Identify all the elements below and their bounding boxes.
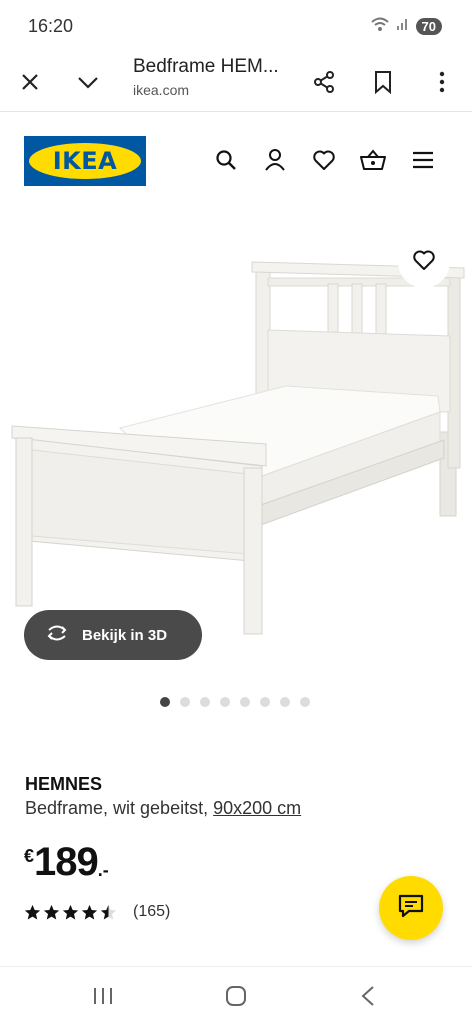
logo-text: IKEA [52, 147, 118, 175]
star-icon [81, 904, 98, 920]
product-description: Bedframe, wit gebeitst, 90x200 cm [25, 798, 301, 819]
signal-icon [396, 17, 410, 36]
favorite-button[interactable] [398, 236, 450, 288]
heart-icon [412, 249, 436, 276]
home-icon[interactable] [216, 981, 256, 1011]
carousel-dots [0, 697, 472, 711]
view-3d-label: Bekijk in 3D [82, 626, 168, 644]
bookmark-icon[interactable] [363, 62, 403, 102]
star-icon [43, 904, 60, 920]
view-3d-button[interactable]: Bekijk in 3D [24, 610, 202, 660]
carousel-dot[interactable] [160, 697, 170, 707]
product-rating[interactable]: (165) [24, 903, 170, 921]
site-header: IKEA [0, 112, 472, 212]
back-icon[interactable] [348, 981, 388, 1011]
carousel-dot[interactable] [260, 697, 270, 707]
star-icon [24, 904, 41, 920]
carousel-dot[interactable] [300, 697, 310, 707]
price-decimal: .- [97, 860, 109, 880]
heart-icon[interactable] [306, 142, 342, 178]
recent-apps-icon[interactable] [83, 981, 123, 1011]
status-time: 16:20 [28, 16, 74, 36]
product-price: € 189 .- [24, 840, 109, 884]
menu-icon[interactable] [405, 142, 441, 178]
rotate-3d-icon [44, 624, 70, 646]
user-icon[interactable] [257, 142, 293, 178]
chevron-down-icon[interactable] [68, 62, 108, 102]
battery-indicator: 70 [415, 18, 442, 35]
rating-stars [24, 904, 117, 921]
product-image[interactable]: Bekijk in 3D [0, 212, 472, 682]
product-type: Bedframe, wit gebeitst, [25, 798, 214, 818]
close-icon[interactable] [10, 62, 50, 102]
status-icons: 70 [370, 16, 442, 37]
carousel-dot[interactable] [200, 697, 210, 707]
star-icon [62, 904, 79, 920]
review-count[interactable]: (165) [133, 903, 170, 921]
more-vert-icon[interactable] [422, 62, 462, 102]
carousel-dot[interactable] [220, 697, 230, 707]
basket-icon[interactable] [355, 142, 391, 178]
product-name: HEMNES [25, 774, 103, 794]
chat-button[interactable] [379, 876, 443, 940]
wifi-icon [370, 16, 390, 37]
system-nav-bar [0, 966, 472, 1024]
page-url[interactable]: ikea.com [133, 82, 189, 98]
star-icon [100, 904, 117, 920]
ikea-logo[interactable]: IKEA [24, 136, 146, 186]
carousel-dot[interactable] [280, 697, 290, 707]
search-icon[interactable] [208, 142, 244, 178]
carousel-dot[interactable] [180, 697, 190, 707]
product-size-link[interactable]: 90x200 cm [213, 798, 301, 818]
browser-toolbar: Bedframe HEM... ikea.com [0, 54, 472, 112]
price-currency: € [24, 846, 35, 866]
page-title[interactable]: Bedframe HEM... [133, 56, 279, 78]
status-bar: 16:20 70 [0, 0, 472, 54]
share-icon[interactable] [304, 62, 344, 102]
price-integer: 189 [34, 840, 99, 884]
chat-icon [397, 893, 425, 924]
carousel-dot[interactable] [240, 697, 250, 707]
